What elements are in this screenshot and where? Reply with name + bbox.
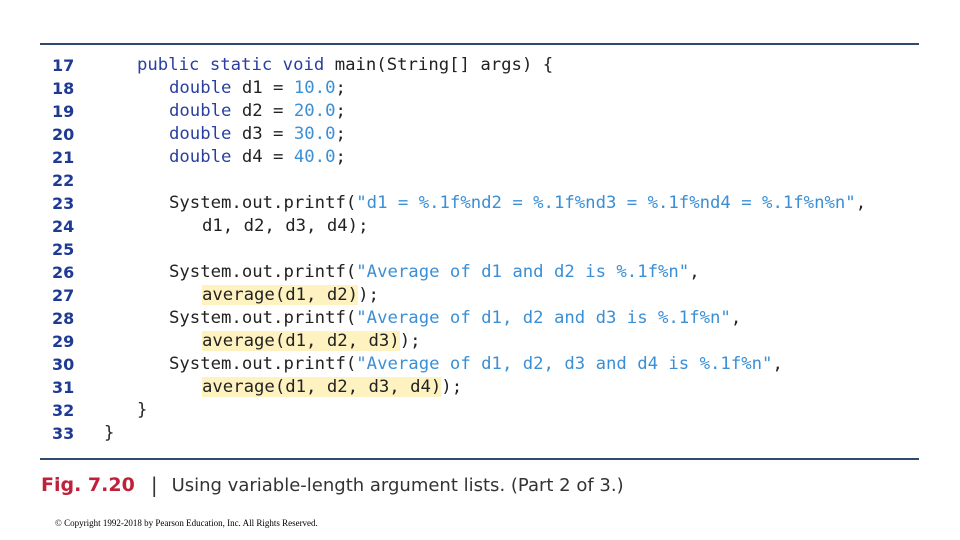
line-number: 23 [52, 194, 75, 213]
code-line: 19 double d2 = 20.0; [0, 100, 960, 123]
code-token: System.out.printf( [169, 262, 357, 282]
caption-separator: | [150, 473, 158, 497]
code-token: , [772, 354, 783, 374]
code-line: 23 System.out.printf("d1 = %.1f%nd2 = %.1… [0, 192, 960, 215]
code-line: 33} [0, 422, 960, 445]
line-number: 29 [52, 332, 75, 351]
code-text: double d1 = 10.0; [169, 77, 346, 100]
string-literal: "Average of d1, d2 and d3 is %.1f%n" [356, 308, 731, 328]
code-line: 27 average(d1, d2)); [0, 284, 960, 307]
code-token: main(String[] args) { [334, 55, 554, 75]
code-line: 30 System.out.printf("Average of d1, d2, … [0, 353, 960, 376]
bottom-rule [40, 458, 919, 460]
code-token: ; [335, 124, 346, 144]
numeric-literal: 40.0 [293, 147, 336, 167]
numeric-literal: 10.0 [293, 78, 336, 98]
code-token: System.out.printf( [169, 354, 357, 374]
line-number: 19 [52, 102, 75, 121]
string-literal: "Average of d1, d2, d3 and d4 is %.1f%n" [356, 354, 773, 374]
code-token: System.out.printf( [169, 308, 357, 328]
code-token: ); [441, 377, 463, 397]
code-token: ; [335, 78, 346, 98]
code-token: d4 = [241, 147, 294, 167]
code-text: average(d1, d2, d3, d4)); [202, 376, 462, 399]
keyword-token: public static void [137, 55, 335, 75]
code-line: 32} [0, 399, 960, 422]
code-token: d3 = [241, 124, 294, 144]
code-text: average(d1, d2, d3)); [202, 330, 421, 353]
code-text: double d4 = 40.0; [169, 146, 346, 169]
line-number: 20 [52, 125, 75, 144]
code-token: , [689, 262, 700, 282]
code-token: ); [358, 285, 379, 305]
line-number: 25 [52, 240, 75, 259]
line-number: 18 [52, 79, 75, 98]
figure-caption: Fig. 7.20 | Using variable-length argume… [41, 471, 624, 499]
code-token: ; [335, 147, 346, 167]
copyright-notice: © Copyright 1992-2018 by Pearson Educati… [55, 518, 318, 528]
code-token: , [855, 193, 867, 213]
code-line: 22 [0, 169, 960, 192]
code-token: } [137, 400, 148, 420]
code-token: ); [399, 331, 421, 351]
code-token: , [730, 308, 742, 328]
line-number: 33 [52, 424, 75, 443]
code-line: 21 double d4 = 40.0; [0, 146, 960, 169]
code-text: d1, d2, d3, d4); [202, 215, 368, 238]
code-token: } [104, 423, 115, 443]
code-text: System.out.printf("Average of d1, d2, d3… [169, 353, 783, 376]
code-token: ; [335, 101, 346, 121]
line-number: 26 [52, 263, 75, 282]
code-text: System.out.printf("Average of d1 and d2 … [169, 261, 700, 284]
numeric-literal: 30.0 [293, 124, 336, 144]
code-line: 20 double d3 = 30.0; [0, 123, 960, 146]
code-text: } [137, 399, 147, 422]
code-line: 18 double d1 = 10.0; [0, 77, 960, 100]
numeric-literal: 20.0 [293, 101, 336, 121]
code-token: d1, d2, d3, d4); [202, 216, 369, 236]
figure-label: Fig. 7.20 [41, 474, 135, 496]
code-text: System.out.printf("Average of d1, d2 and… [169, 307, 741, 330]
string-literal: "d1 = %.1f%nd2 = %.1f%nd3 = %.1f%nd4 = %… [356, 193, 856, 213]
code-line: 17 public static void main(String[] args)… [0, 54, 960, 77]
code-text: public static void main(String[] args) { [137, 54, 553, 77]
code-line: 26 System.out.printf("Average of d1 and d… [0, 261, 960, 284]
keyword-token: double [169, 78, 242, 98]
line-number: 30 [52, 355, 75, 374]
code-line: 28 System.out.printf("Average of d1, d2 a… [0, 307, 960, 330]
code-token: d1 = [241, 78, 294, 98]
highlighted-call: average(d1, d2) [202, 285, 359, 305]
line-number: 24 [52, 217, 75, 236]
top-rule [40, 43, 919, 45]
code-line: 25 [0, 238, 960, 261]
line-number: 32 [52, 401, 75, 420]
line-number: 21 [52, 148, 75, 167]
code-line: 29 average(d1, d2, d3)); [0, 330, 960, 353]
line-number: 22 [52, 171, 75, 190]
code-text: double d3 = 30.0; [169, 123, 346, 146]
code-token: d2 = [241, 101, 294, 121]
line-number: 31 [52, 378, 75, 397]
keyword-token: double [169, 124, 242, 144]
string-literal: "Average of d1 and d2 is %.1f%n" [356, 262, 690, 282]
code-text: } [104, 422, 114, 445]
code-token: System.out.printf( [169, 193, 357, 213]
code-text: double d2 = 20.0; [169, 100, 346, 123]
keyword-token: double [169, 147, 242, 167]
code-line: 31 average(d1, d2, d3, d4)); [0, 376, 960, 399]
highlighted-call: average(d1, d2, d3, d4) [202, 377, 442, 397]
code-text: System.out.printf("d1 = %.1f%nd2 = %.1f%… [169, 192, 866, 215]
line-number: 27 [52, 286, 75, 305]
line-number: 17 [52, 56, 75, 75]
highlighted-call: average(d1, d2, d3) [202, 331, 400, 351]
line-number: 28 [52, 309, 75, 328]
code-text: average(d1, d2)); [202, 284, 379, 307]
code-line: 24 d1, d2, d3, d4); [0, 215, 960, 238]
caption-text: Using variable-length argument lists. (P… [171, 474, 624, 496]
keyword-token: double [169, 101, 242, 121]
